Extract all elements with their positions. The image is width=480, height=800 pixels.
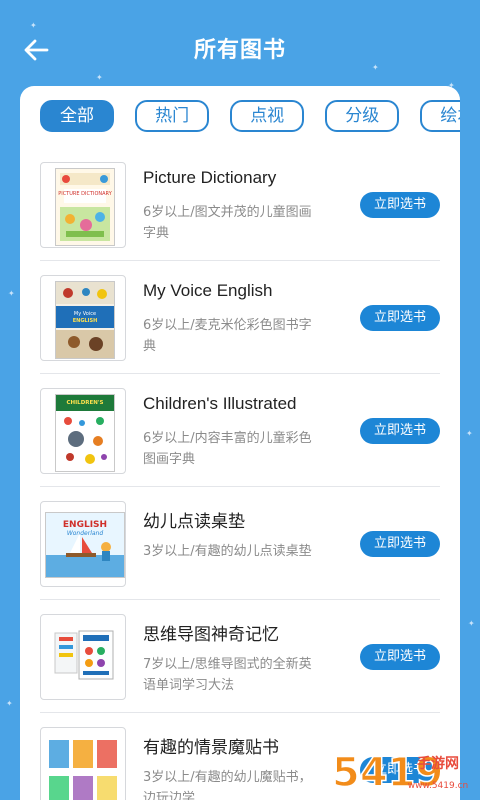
book-cover	[40, 727, 126, 800]
book-cover-image	[47, 736, 121, 800]
select-book-button[interactable]: 立即选书	[360, 305, 440, 331]
tab-point-read[interactable]: 点视	[230, 100, 305, 132]
book-row[interactable]: My Voice ENGLISH My Voice English 6岁以上/麦…	[40, 261, 440, 374]
svg-text:Wonderland: Wonderland	[67, 530, 104, 537]
tab-popular[interactable]: 热门	[135, 100, 210, 132]
book-description: 6岁以上/图文并茂的儿童图画字典	[143, 205, 312, 241]
select-book-button[interactable]: 立即选书	[360, 644, 440, 670]
book-description: 6岁以上/麦克米伦彩色图书字典	[143, 318, 312, 354]
book-title: 幼儿点读桌垫	[143, 512, 245, 531]
book-row[interactable]: PICTURE DICTIONARY Picture Dictionary 6岁…	[40, 148, 440, 261]
book-cover: CHILDREN'S	[40, 388, 126, 474]
book-cover	[40, 614, 126, 700]
book-row[interactable]: 思维导图神奇记忆 7岁以上/思维导图式的全新英语单词学习大法 立即选书	[40, 600, 440, 713]
tab-picture-book[interactable]: 绘本	[420, 100, 460, 132]
svg-text:ENGLISH: ENGLISH	[73, 318, 98, 324]
book-description: 6岁以上/内容丰富的儿童彩色图画字典	[143, 431, 312, 467]
book-cover-image: PICTURE DICTIONARY	[55, 168, 115, 246]
book-title: 有趣的情景魔贴书	[143, 738, 279, 757]
star-decoration: ✦	[8, 289, 15, 298]
book-description: 3岁以上/有趣的幼儿魔贴书，边玩边学	[143, 770, 312, 800]
book-description: 3岁以上/有趣的幼儿点读桌垫	[143, 544, 312, 559]
watermark-brand: 手游网	[417, 755, 459, 772]
book-cover: My Voice ENGLISH	[40, 275, 126, 361]
book-description: 7岁以上/思维导图式的全新英语单词学习大法	[143, 657, 312, 693]
watermark-url: www.5419.cn	[408, 781, 469, 791]
star-decoration: ✦	[466, 429, 473, 438]
book-cover-image	[51, 627, 117, 687]
tab-graded[interactable]: 分级	[325, 100, 400, 132]
tab-all[interactable]: 全部	[40, 100, 114, 132]
book-cover-image: My Voice ENGLISH	[55, 281, 115, 359]
book-row[interactable]: ENGLISH Wonderland 幼儿点读桌垫 3岁以上/有趣的幼儿点读桌垫…	[40, 487, 440, 600]
star-decoration: ✦	[6, 699, 13, 708]
book-row[interactable]: CHILDREN'S Children's Illustrated 6岁以上/内…	[40, 374, 440, 487]
select-book-button[interactable]: 立即选书	[360, 531, 440, 557]
svg-text:My Voice: My Voice	[74, 311, 96, 317]
select-book-button[interactable]: 立即选书	[360, 192, 440, 218]
book-cover-image: ENGLISH Wonderland	[45, 512, 125, 578]
page-title: 所有图书	[193, 38, 286, 63]
book-title: My Voice English	[143, 281, 273, 300]
cover-label: PICTURE DICTIONARY	[58, 191, 113, 197]
select-book-button[interactable]: 立即选书	[360, 418, 440, 444]
category-tabs: 全部 热门 点视 分级 绘本	[40, 100, 460, 134]
svg-text:ENGLISH: ENGLISH	[63, 520, 107, 530]
book-title: 思维导图神奇记忆	[143, 625, 279, 644]
cover-label: CHILDREN'S	[67, 400, 104, 406]
star-decoration: ✦	[468, 619, 475, 628]
book-list: PICTURE DICTIONARY Picture Dictionary 6岁…	[40, 148, 440, 800]
book-title: Picture Dictionary	[143, 168, 277, 187]
book-list-card: 全部 热门 点视 分级 绘本 PICTURE DICTIONARY	[20, 86, 460, 800]
book-cover-image: CHILDREN'S	[55, 394, 115, 472]
book-cover: ENGLISH Wonderland	[40, 501, 126, 587]
book-title: Children's Illustrated	[143, 394, 297, 413]
book-cover: PICTURE DICTIONARY	[40, 162, 126, 248]
watermark-logo: 5419 手游网 www.5419.cn	[330, 742, 480, 800]
top-bar: 所有图书	[0, 0, 480, 90]
